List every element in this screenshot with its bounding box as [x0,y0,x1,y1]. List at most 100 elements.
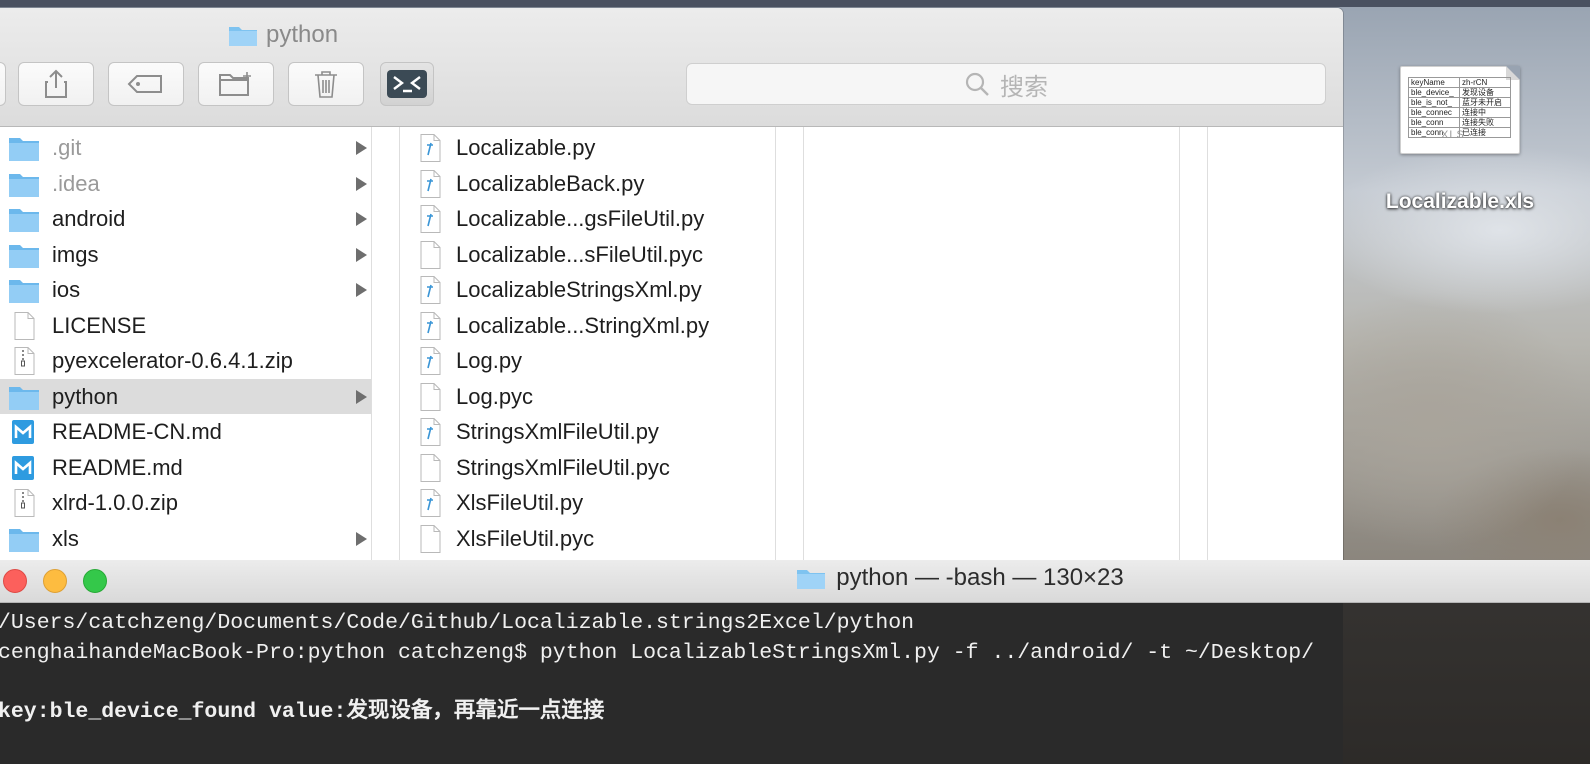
view-mode-button[interactable] [0,62,6,106]
file-row[interactable]: Localizable.py [400,130,775,165]
terminal-line: /Users/catchzeng/Documents/Code/Github/L… [0,611,915,635]
share-button[interactable] [18,62,94,106]
file-name: README-CN.md [52,419,222,444]
file-row[interactable]: LICENSE [0,308,371,343]
python-file-icon [414,418,446,446]
column-divider[interactable] [372,127,400,568]
file-row[interactable]: .git [0,130,371,165]
python-file-icon [414,169,446,198]
python-file-icon [414,276,446,304]
terminal-title: python — -bash — 130×23 [0,564,1590,592]
folder-icon [229,27,257,46]
trash-button[interactable] [288,62,364,106]
desktop-file-label[interactable]: Localizable.xls [1360,190,1560,214]
file-name: Log.py [456,348,523,373]
terminal-output[interactable]: /Users/catchzeng/Documents/Code/Github/L… [0,603,1590,764]
markdown-file-icon [8,418,40,446]
new-folder-button[interactable] [198,62,274,106]
python-file-icon [414,489,446,517]
file-name: Localizable...sFileUtil.pyc [456,241,703,267]
file-row[interactable]: XlsFileUtil.py [400,485,775,520]
file-name: xls [52,525,79,551]
file-row[interactable]: StringsXmlFileUtil.py [400,414,775,449]
preview-cell: ble_device_ [1408,87,1460,98]
python-file-icon [414,311,446,340]
file-row[interactable]: imgs [0,237,371,272]
preview-cell: 发现设备 [1459,87,1511,98]
disclosure-arrow-icon [356,247,367,262]
file-name: StringsXmlFileUtil.pyc [456,454,670,480]
python-file-icon [414,134,446,162]
disclosure-arrow-icon [356,212,367,226]
finder-column-empty[interactable] [804,127,1180,568]
search-field[interactable]: 搜索 [686,63,1326,105]
document-icon [414,240,446,269]
column-divider[interactable] [776,127,804,568]
folder-icon [8,134,40,162]
folder-icon [8,241,40,269]
python-file-icon [414,347,446,375]
open-terminal-button[interactable] [380,62,434,106]
file-row[interactable]: Localizable...gsFileUtil.py [400,201,775,236]
terminal-line: key:ble_device_found value:发现设备，再靠近一点连接 [0,700,605,724]
tag-button[interactable] [108,62,184,106]
search-placeholder: 搜索 [1000,73,1048,101]
preview-row: ble_is_not_ 蓝牙未开启 [1408,97,1511,108]
file-row[interactable]: xlrd-1.0.0.zip [0,485,371,520]
disclosure-arrow-icon [356,283,367,297]
file-name: StringsXmlFileUtil.py [456,419,659,444]
file-name: Localizable.py [456,135,596,160]
zip-file-icon [8,489,40,517]
column-divider[interactable] [1180,127,1208,568]
search-icon [965,72,989,96]
folder-icon [797,570,826,589]
file-row[interactable]: Localizable...sFileUtil.pyc [400,237,775,272]
file-row[interactable]: xls [0,521,371,556]
file-row[interactable]: README.md [0,450,371,485]
desktop-behind-terminal [1343,603,1590,764]
file-name: python [52,383,119,409]
file-row[interactable]: .idea [0,166,371,201]
file-row[interactable]: android [0,201,371,236]
preview-row: ble_device_ 发现设备 [1408,87,1511,98]
finder-column-python[interactable]: Localizable.py LocalizableBack.py Localiza… [400,127,776,568]
preview-cell: 连接失败 [1459,117,1511,128]
file-name: README.md [52,454,183,480]
preview-row: keyName zh-rCN [1408,77,1511,88]
new-folder-icon [219,72,251,96]
file-row[interactable]: ios [0,272,371,307]
file-row[interactable]: StringsXmlFileUtil.pyc [400,450,775,485]
file-name: Localizable...StringXml.py [456,312,710,338]
file-name: imgs [52,241,99,267]
folder-icon [8,383,40,411]
file-row[interactable]: pyexcelerator-0.6.4.1.zip [0,343,371,378]
folder-icon [8,205,40,233]
disclosure-arrow-icon [356,176,367,191]
file-row[interactable]: README-CN.md [0,414,371,449]
preview-cell: 已连接 [1459,127,1511,138]
finder-column-empty[interactable] [1208,127,1343,568]
file-row[interactable]: python [0,378,371,414]
preview-cell: 连接中 [1459,107,1511,118]
preview-row: ble_connec 连接中 [1408,107,1511,118]
folder-icon [8,276,40,304]
preview-row: ble_conn 连接失败 [1408,117,1511,128]
share-icon [45,69,67,98]
finder-column-root[interactable]: .git .idea android imgs ios LICENSE pyexcelera… [0,127,372,568]
terminal-titlebar: python — -bash — 130×23 [0,560,1590,603]
file-row[interactable]: Log.py [400,343,775,378]
preview-cell: keyName [1408,77,1460,88]
file-row[interactable]: Localizable...StringXml.py [400,308,775,343]
file-row[interactable]: XlsFileUtil.pyc [400,521,775,556]
preview-cell: zh-rCN [1459,77,1511,88]
window-title: python [228,20,338,50]
file-row[interactable]: LocalizableBack.py [400,166,775,201]
desktop-file-icon[interactable]: keyName zh-rCN ble_device_ 发现设备 ble_is_not_ 蓝… [1400,66,1520,166]
preview-cell: ble_connec [1408,107,1460,118]
file-name: .idea [52,170,100,196]
document-icon [414,382,446,411]
file-row[interactable]: LocalizableStringsXml.py [400,272,775,307]
preview-cell: 蓝牙未开启 [1459,97,1511,108]
document-icon [414,524,446,553]
file-row[interactable]: Log.pyc [400,379,775,414]
